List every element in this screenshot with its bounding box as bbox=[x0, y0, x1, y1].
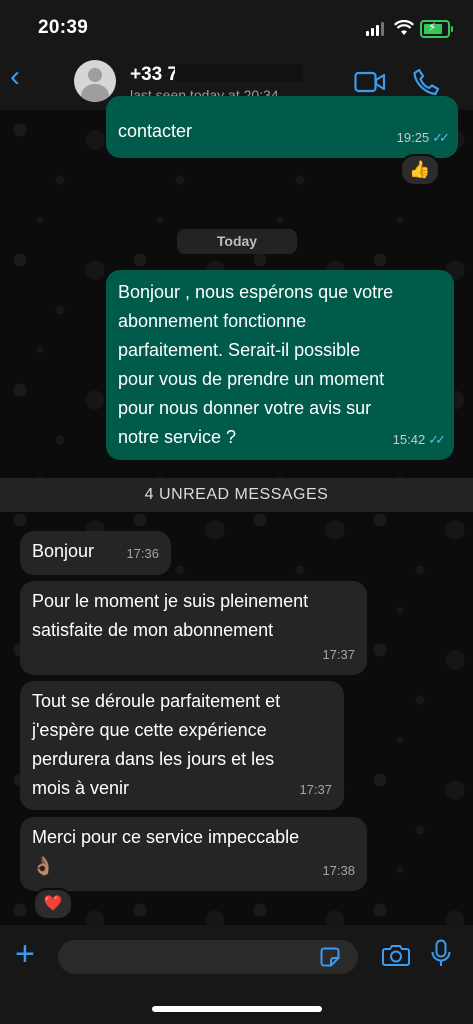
date-separator: Today bbox=[177, 229, 297, 254]
message-incoming[interactable]: Merci pour ce service impeccable 👌🏽 17:3… bbox=[20, 817, 367, 891]
message-time: 17:36 bbox=[126, 546, 159, 561]
message-time: 17:37 bbox=[299, 782, 332, 797]
message-text: Bonjour bbox=[32, 541, 95, 561]
message-incoming[interactable]: Tout se déroule parfaitement et j'espère… bbox=[20, 681, 344, 810]
unread-messages-banner: 4 UNREAD MESSAGES bbox=[0, 478, 473, 512]
message-input[interactable] bbox=[58, 940, 358, 974]
contact-name[interactable]: +33 7 bbox=[130, 64, 178, 86]
message-text: contacter bbox=[118, 121, 193, 141]
message-text: Tout se déroule parfaitement et j'espère… bbox=[32, 691, 281, 798]
avatar[interactable] bbox=[74, 60, 116, 102]
message-meta: 15:42 ✓✓ bbox=[392, 425, 446, 454]
read-receipt-icon: ✓✓ bbox=[432, 130, 450, 145]
read-receipt-icon: ✓✓ bbox=[428, 432, 446, 447]
message-meta: 19:25 ✓✓ bbox=[396, 123, 450, 152]
message-time: 19:25 bbox=[396, 130, 430, 145]
microphone-icon[interactable] bbox=[430, 939, 452, 969]
message-time: 17:37 bbox=[322, 647, 355, 662]
video-call-icon[interactable] bbox=[354, 71, 386, 93]
reaction-badge[interactable]: 👍 bbox=[400, 154, 440, 186]
clock: 20:39 bbox=[38, 17, 89, 38]
phone-call-icon[interactable] bbox=[413, 68, 439, 96]
home-indicator bbox=[152, 1006, 322, 1012]
wifi-icon bbox=[394, 20, 414, 35]
attach-plus-button[interactable]: + bbox=[15, 937, 35, 971]
back-button[interactable]: ‹ bbox=[10, 62, 20, 92]
status-bar: 20:39 ⚡ bbox=[0, 0, 473, 52]
message-outgoing[interactable]: contacter 19:25 ✓✓ bbox=[106, 96, 458, 158]
message-time: 17:38 bbox=[322, 863, 355, 878]
battery-icon: ⚡ bbox=[420, 20, 453, 38]
message-incoming[interactable]: Pour le moment je suis pleinement satisf… bbox=[20, 581, 367, 675]
message-incoming[interactable]: Bonjour 17:36 bbox=[20, 531, 171, 575]
redacted-number bbox=[175, 64, 303, 82]
composer-bar: + bbox=[0, 925, 473, 1024]
reaction-badge[interactable]: ❤️ bbox=[33, 888, 73, 920]
message-outgoing[interactable]: Bonjour , nous espérons que votre abonne… bbox=[106, 270, 454, 460]
message-text: Pour le moment je suis pleinement satisf… bbox=[32, 591, 309, 640]
sticker-icon[interactable] bbox=[320, 947, 340, 967]
cellular-signal-icon bbox=[366, 22, 384, 36]
message-text: Merci pour ce service impeccable 👌🏽 bbox=[32, 827, 300, 876]
message-time: 15:42 bbox=[392, 432, 426, 447]
message-text: Bonjour , nous espérons que votre abonne… bbox=[118, 282, 394, 447]
camera-icon[interactable] bbox=[382, 943, 410, 967]
